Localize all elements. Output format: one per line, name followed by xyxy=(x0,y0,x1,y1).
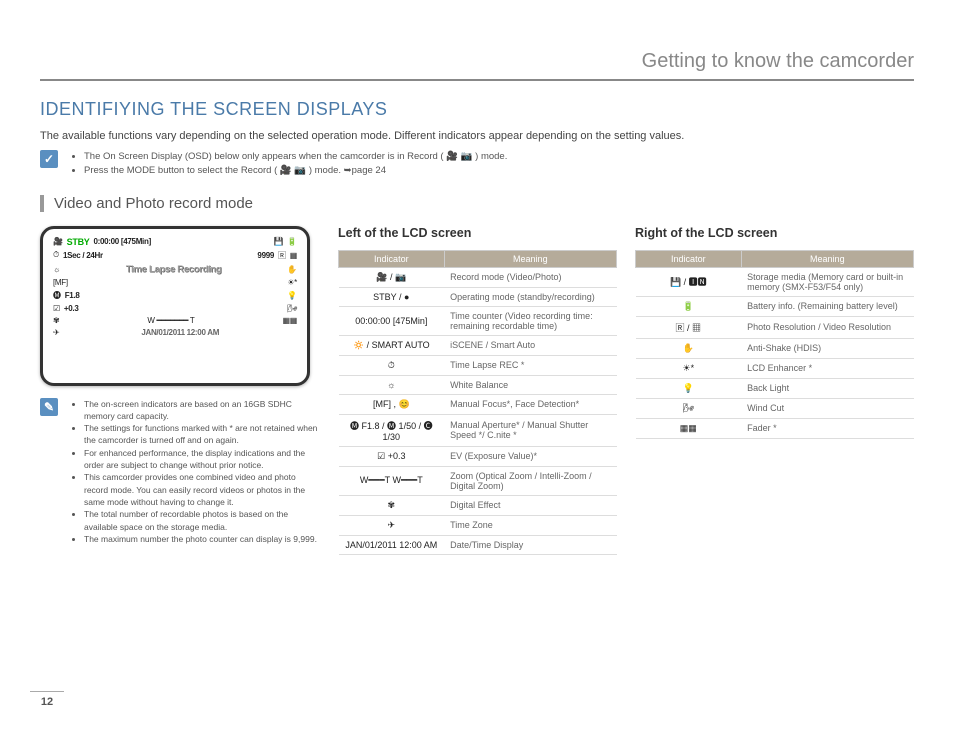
columns: 🎥STBY0:00:00 [475Min]💾🔋 ⏱1Sec / 24Hr9999… xyxy=(40,226,914,562)
indicator-cell: ✋ xyxy=(636,338,742,358)
meaning-cell: Fader * xyxy=(741,418,913,438)
indicator-cell: ✈ xyxy=(339,515,445,535)
list-item: Press the MODE button to select the Reco… xyxy=(84,164,507,178)
meaning-cell: Storage media (Memory card or built-in m… xyxy=(741,267,913,296)
left-lcd-title: Left of the LCD screen xyxy=(338,226,617,240)
indicator-cell: STBY / ● xyxy=(339,287,445,306)
meaning-cell: Digital Effect xyxy=(444,495,616,515)
meaning-cell: Time Zone xyxy=(444,515,616,535)
chapter-title: Getting to know the camcorder xyxy=(40,50,914,81)
left-indicator-table: Indicator Meaning 🎥 / 📷Record mode (Vide… xyxy=(338,250,617,555)
table-row: 🔅 / SMART AUTOiSCENE / Smart Auto xyxy=(339,335,617,355)
indicator-cell: 💾 / 🅸🅽 xyxy=(636,267,742,296)
meaning-cell: Time Lapse REC * xyxy=(444,355,616,375)
right-lcd-title: Right of the LCD screen xyxy=(635,226,914,240)
meaning-cell: Manual Aperture* / Manual Shutter Speed … xyxy=(444,414,616,446)
list-item: The on-screen indicators are based on an… xyxy=(84,398,320,423)
table-row: W━━━T W━━━TZoom (Optical Zoom / Intelli-… xyxy=(339,466,617,495)
list-item: The total number of recordable photos is… xyxy=(84,508,320,533)
indicator-cell: [MF] , 😊 xyxy=(339,394,445,414)
th-meaning: Meaning xyxy=(741,250,913,267)
table-row: ⏱Time Lapse REC * xyxy=(339,355,617,375)
indicator-cell: 🌬 xyxy=(636,398,742,418)
top-note-list: The On Screen Display (OSD) below only a… xyxy=(68,150,507,179)
table-row: ✈Time Zone xyxy=(339,515,617,535)
th-meaning: Meaning xyxy=(444,250,616,267)
lcd-screenshot: 🎥STBY0:00:00 [475Min]💾🔋 ⏱1Sec / 24Hr9999… xyxy=(40,226,310,386)
meaning-cell: Zoom (Optical Zoom / Intelli-Zoom / Digi… xyxy=(444,466,616,495)
pencil-icon: ✎ xyxy=(40,398,58,416)
table-row: 🅜 F1.8 / 🅜 1/50 / 🅒 1/30Manual Aperture*… xyxy=(339,414,617,446)
list-item: For enhanced performance, the display in… xyxy=(84,447,320,472)
left-column: 🎥STBY0:00:00 [475Min]💾🔋 ⏱1Sec / 24Hr9999… xyxy=(40,226,320,562)
meaning-cell: Time counter (Video recording time: rema… xyxy=(444,306,616,335)
th-indicator: Indicator xyxy=(636,250,742,267)
meaning-cell: Record mode (Video/Photo) xyxy=(444,267,616,287)
middle-column: Left of the LCD screen Indicator Meaning… xyxy=(338,226,617,562)
indicator-cell: 🅁 / ▦ xyxy=(636,316,742,338)
indicator-cell: 🔋 xyxy=(636,296,742,316)
table-row: 🅁 / ▦Photo Resolution / Video Resolution xyxy=(636,316,914,338)
list-item: This camcorder provides one combined vid… xyxy=(84,471,320,508)
indicator-cell: 00:00:00 [475Min] xyxy=(339,306,445,335)
indicator-cell: ▦▦ xyxy=(636,418,742,438)
indicator-cell: 🔅 / SMART AUTO xyxy=(339,335,445,355)
meaning-cell: Date/Time Display xyxy=(444,535,616,554)
indicator-cell: ⏱ xyxy=(339,355,445,375)
table-row: 💾 / 🅸🅽Storage media (Memory card or buil… xyxy=(636,267,914,296)
indicator-cell: 🅜 F1.8 / 🅜 1/50 / 🅒 1/30 xyxy=(339,414,445,446)
meaning-cell: Battery info. (Remaining battery level) xyxy=(741,296,913,316)
meaning-cell: Photo Resolution / Video Resolution xyxy=(741,316,913,338)
th-indicator: Indicator xyxy=(339,250,445,267)
table-row: ☼White Balance xyxy=(339,375,617,394)
indicator-cell: 🎥 / 📷 xyxy=(339,267,445,287)
meaning-cell: Manual Focus*, Face Detection* xyxy=(444,394,616,414)
right-indicator-table: Indicator Meaning 💾 / 🅸🅽Storage media (M… xyxy=(635,250,914,439)
table-row: 00:00:00 [475Min]Time counter (Video rec… xyxy=(339,306,617,335)
table-row: ☑ +0.3EV (Exposure Value)* xyxy=(339,446,617,466)
list-item: The settings for functions marked with *… xyxy=(84,422,320,447)
meaning-cell: Operating mode (standby/recording) xyxy=(444,287,616,306)
intro-text: The available functions vary depending o… xyxy=(40,130,914,142)
top-note: ✓ The On Screen Display (OSD) below only… xyxy=(40,150,914,179)
meaning-cell: EV (Exposure Value)* xyxy=(444,446,616,466)
indicator-cell: 💡 xyxy=(636,378,742,398)
list-item: The maximum number the photo counter can… xyxy=(84,533,320,545)
table-row: 🎥 / 📷Record mode (Video/Photo) xyxy=(339,267,617,287)
page: { "header": { "chapter": "Getting to kno… xyxy=(0,0,954,730)
table-row: ✾Digital Effect xyxy=(339,495,617,515)
meaning-cell: Anti-Shake (HDIS) xyxy=(741,338,913,358)
indicator-cell: W━━━T W━━━T xyxy=(339,466,445,495)
table-row: 🔋Battery info. (Remaining battery level) xyxy=(636,296,914,316)
section-subtitle: Video and Photo record mode xyxy=(40,195,914,212)
table-row: JAN/01/2011 12:00 AMDate/Time Display xyxy=(339,535,617,554)
meaning-cell: LCD Enhancer * xyxy=(741,358,913,378)
check-icon: ✓ xyxy=(40,150,58,168)
side-note-list: The on-screen indicators are based on an… xyxy=(68,398,320,546)
indicator-cell: JAN/01/2011 12:00 AM xyxy=(339,535,445,554)
right-column: Right of the LCD screen Indicator Meanin… xyxy=(635,226,914,562)
meaning-cell: Wind Cut xyxy=(741,398,913,418)
indicator-cell: ☀* xyxy=(636,358,742,378)
table-row: [MF] , 😊Manual Focus*, Face Detection* xyxy=(339,394,617,414)
meaning-cell: iSCENE / Smart Auto xyxy=(444,335,616,355)
table-row: ▦▦Fader * xyxy=(636,418,914,438)
indicator-cell: ✾ xyxy=(339,495,445,515)
meaning-cell: White Balance xyxy=(444,375,616,394)
list-item: The On Screen Display (OSD) below only a… xyxy=(84,150,507,164)
table-row: 🌬Wind Cut xyxy=(636,398,914,418)
page-title: IDENTIFIYING THE SCREEN DISPLAYS xyxy=(40,99,914,120)
table-row: 💡Back Light xyxy=(636,378,914,398)
meaning-cell: Back Light xyxy=(741,378,913,398)
table-row: STBY / ●Operating mode (standby/recordin… xyxy=(339,287,617,306)
indicator-cell: ☼ xyxy=(339,375,445,394)
page-number: 12 xyxy=(30,691,64,708)
table-row: ✋Anti-Shake (HDIS) xyxy=(636,338,914,358)
indicator-cell: ☑ +0.3 xyxy=(339,446,445,466)
table-row: ☀*LCD Enhancer * xyxy=(636,358,914,378)
side-notes: ✎ The on-screen indicators are based on … xyxy=(40,398,320,546)
